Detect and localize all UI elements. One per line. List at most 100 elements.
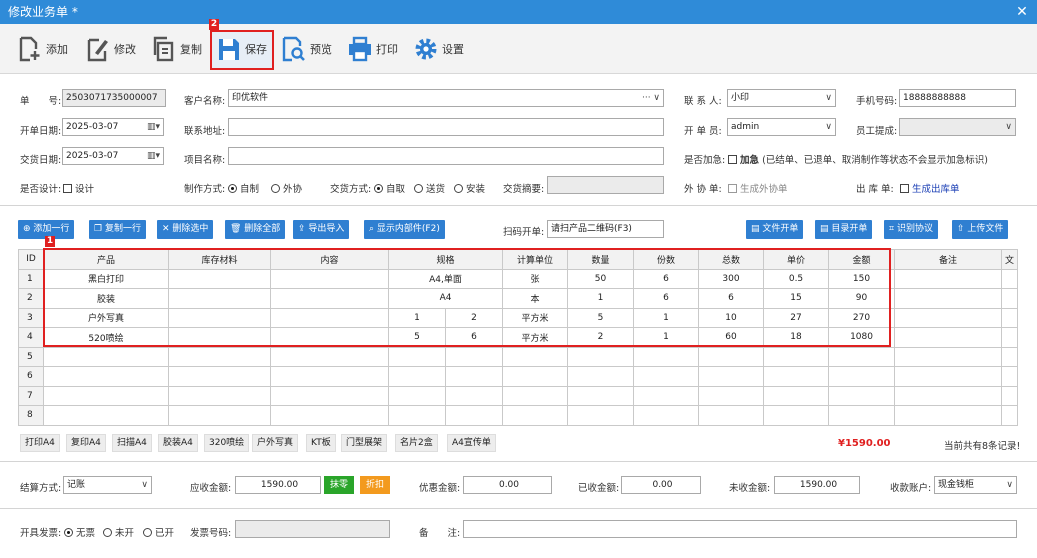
delete-selected-label: 删除选中 [172, 224, 209, 234]
deliver-radio-ship[interactable]: 送货 [414, 181, 445, 195]
customer-select[interactable]: 印优软件 ··· ∨ [228, 89, 664, 107]
radio-icon[interactable] [103, 528, 112, 537]
quick-item[interactable]: 打印A4 [20, 434, 60, 452]
radio-icon[interactable] [143, 528, 152, 537]
catalog-order-button[interactable]: ▤ 目录开单 [815, 220, 873, 239]
deliver-radio-install[interactable]: 安装 [454, 181, 485, 195]
summary-field[interactable] [547, 176, 664, 194]
cell-remark[interactable] [894, 327, 1003, 348]
outsource-checkbox[interactable]: 生成外协单 [728, 181, 788, 195]
quick-item[interactable]: 门型展架 [341, 434, 388, 452]
quick-item[interactable]: KT板 [306, 434, 336, 452]
design-label: 是否设计: [20, 184, 62, 195]
print-button[interactable]: 打印 [348, 34, 398, 64]
contact-select[interactable]: 小印 ∨ [727, 89, 836, 107]
open-date-picker[interactable]: 2025-03-07 ▥▾ [62, 118, 164, 136]
discount-button[interactable]: 折扣 [360, 476, 390, 494]
outsource-check-box[interactable] [728, 184, 737, 193]
cell-file[interactable] [1001, 288, 1019, 309]
table-row-empty[interactable]: 7 [18, 385, 1019, 406]
project-field[interactable] [228, 147, 664, 165]
outbound-checkbox[interactable]: 生成出库单 [900, 181, 960, 195]
preview-button[interactable]: 预览 [282, 34, 332, 64]
cell-remark[interactable] [894, 307, 1003, 328]
erase-button[interactable]: 抹零 [324, 476, 354, 494]
invoice-no-field[interactable] [235, 520, 390, 538]
outbound-check-box[interactable] [900, 184, 909, 193]
design-checkbox[interactable]: 设计 [63, 181, 94, 195]
make-radio-self[interactable]: 自制 [228, 181, 259, 195]
urgent-checkbox[interactable]: 加急 (已结单、已退单、取消制作等状态不会显示加急标识) [728, 152, 988, 166]
address-label: 联系地址: [184, 126, 226, 137]
calendar-dropdown-icon[interactable]: ▥▾ [147, 119, 160, 135]
quick-item[interactable]: 户外写真 [252, 434, 299, 452]
file-order-label: 文件开单 [762, 224, 799, 234]
unreceived-field[interactable]: 1590.00 [774, 476, 860, 494]
col-id: ID [18, 249, 44, 270]
cell-remark[interactable] [894, 268, 1003, 289]
export-import-button[interactable]: ⇪ 导出导入 [293, 220, 350, 239]
offer-field[interactable]: 0.00 [463, 476, 552, 494]
quick-item[interactable]: 复印A4 [66, 434, 106, 452]
quick-item[interactable]: 名片2盒 [395, 434, 438, 452]
row-id: 2 [18, 288, 44, 309]
show-parts-button[interactable]: ⌕ 显示内部件(F2) [364, 220, 445, 239]
col-file: 文 [1001, 249, 1019, 270]
cell-file[interactable] [1001, 307, 1019, 328]
deliver-radio-pickup[interactable]: 自取 [374, 181, 405, 195]
row-id: 5 [18, 346, 44, 367]
invoice-radio-issued[interactable]: 已开 [143, 525, 174, 539]
quick-item[interactable]: 扫描A4 [112, 434, 152, 452]
quick-item[interactable]: A4宣传单 [447, 434, 496, 452]
address-field[interactable] [228, 118, 664, 136]
radio-selected-icon[interactable] [228, 184, 237, 193]
radio-selected-icon[interactable] [64, 528, 73, 537]
table-row-empty[interactable]: 8 [18, 405, 1019, 426]
edit-button[interactable]: 修改 [86, 34, 136, 64]
cell-remark[interactable] [894, 288, 1003, 309]
make-radio-outsource[interactable]: 外协 [271, 181, 302, 195]
copy-button[interactable]: 复制 [152, 34, 202, 64]
receivable-field[interactable]: 1590.00 [235, 476, 321, 494]
delete-all-button[interactable]: 🗑 删除全部 [225, 220, 286, 239]
urgent-check-box[interactable] [728, 155, 737, 164]
quick-item[interactable]: 胶装A4 [158, 434, 198, 452]
add-button[interactable]: 添加 [18, 34, 68, 64]
cell-file[interactable] [1001, 327, 1019, 348]
radio-icon[interactable] [271, 184, 280, 193]
invoice-radio-none[interactable]: 无票 [64, 525, 95, 539]
upload-button[interactable]: ⇧ 上传文件 [952, 220, 1009, 239]
table-row-empty[interactable]: 5 [18, 346, 1019, 367]
copy-row-button[interactable]: ❐ 复制一行 [89, 220, 146, 239]
save-button[interactable]: 保存 [217, 34, 267, 64]
delete-selected-button[interactable]: ✕ 删除选中 [157, 220, 214, 239]
open-date-label: 开单日期: [20, 126, 62, 137]
file-order-button[interactable]: ▤ 文件开单 [746, 220, 804, 239]
radio-icon[interactable] [454, 184, 463, 193]
delivery-date-picker[interactable]: 2025-03-07 ▥▾ [62, 147, 164, 165]
note-field[interactable] [463, 520, 1017, 538]
calendar-dropdown-icon[interactable]: ▥▾ [147, 148, 160, 164]
export-icon: ⇪ [298, 224, 309, 234]
radio-selected-icon[interactable] [374, 184, 383, 193]
radio-icon[interactable] [414, 184, 423, 193]
customer-more-dropdown-icon[interactable]: ··· ∨ [642, 90, 660, 106]
close-button[interactable]: ✕ [1013, 2, 1031, 22]
commission-select[interactable]: ∨ [899, 118, 1016, 136]
settings-button[interactable]: 设置 [414, 34, 464, 64]
quick-item[interactable]: 320喷绘 [204, 434, 250, 452]
cell-file[interactable] [1001, 268, 1019, 289]
received-field[interactable]: 0.00 [621, 476, 701, 494]
row-id: 4 [18, 327, 44, 348]
invoice-radio-pending[interactable]: 未开 [103, 525, 134, 539]
table-row-empty[interactable]: 6 [18, 366, 1019, 387]
settle-method-select[interactable]: 记账 ∨ [63, 476, 152, 494]
opener-select[interactable]: admin ∨ [727, 118, 836, 136]
scan-input[interactable]: 请扫产品二维码(F3) [547, 220, 664, 238]
phone-field[interactable]: 18888888888 [899, 89, 1016, 107]
design-check-box[interactable] [63, 184, 72, 193]
recognize-button[interactable]: ⌗ 识别协议 [884, 220, 938, 239]
chevron-down-icon: ∨ [1006, 480, 1013, 490]
trash-icon: 🗑 [230, 224, 245, 234]
account-select[interactable]: 现金钱柜 ∨ [934, 476, 1017, 494]
